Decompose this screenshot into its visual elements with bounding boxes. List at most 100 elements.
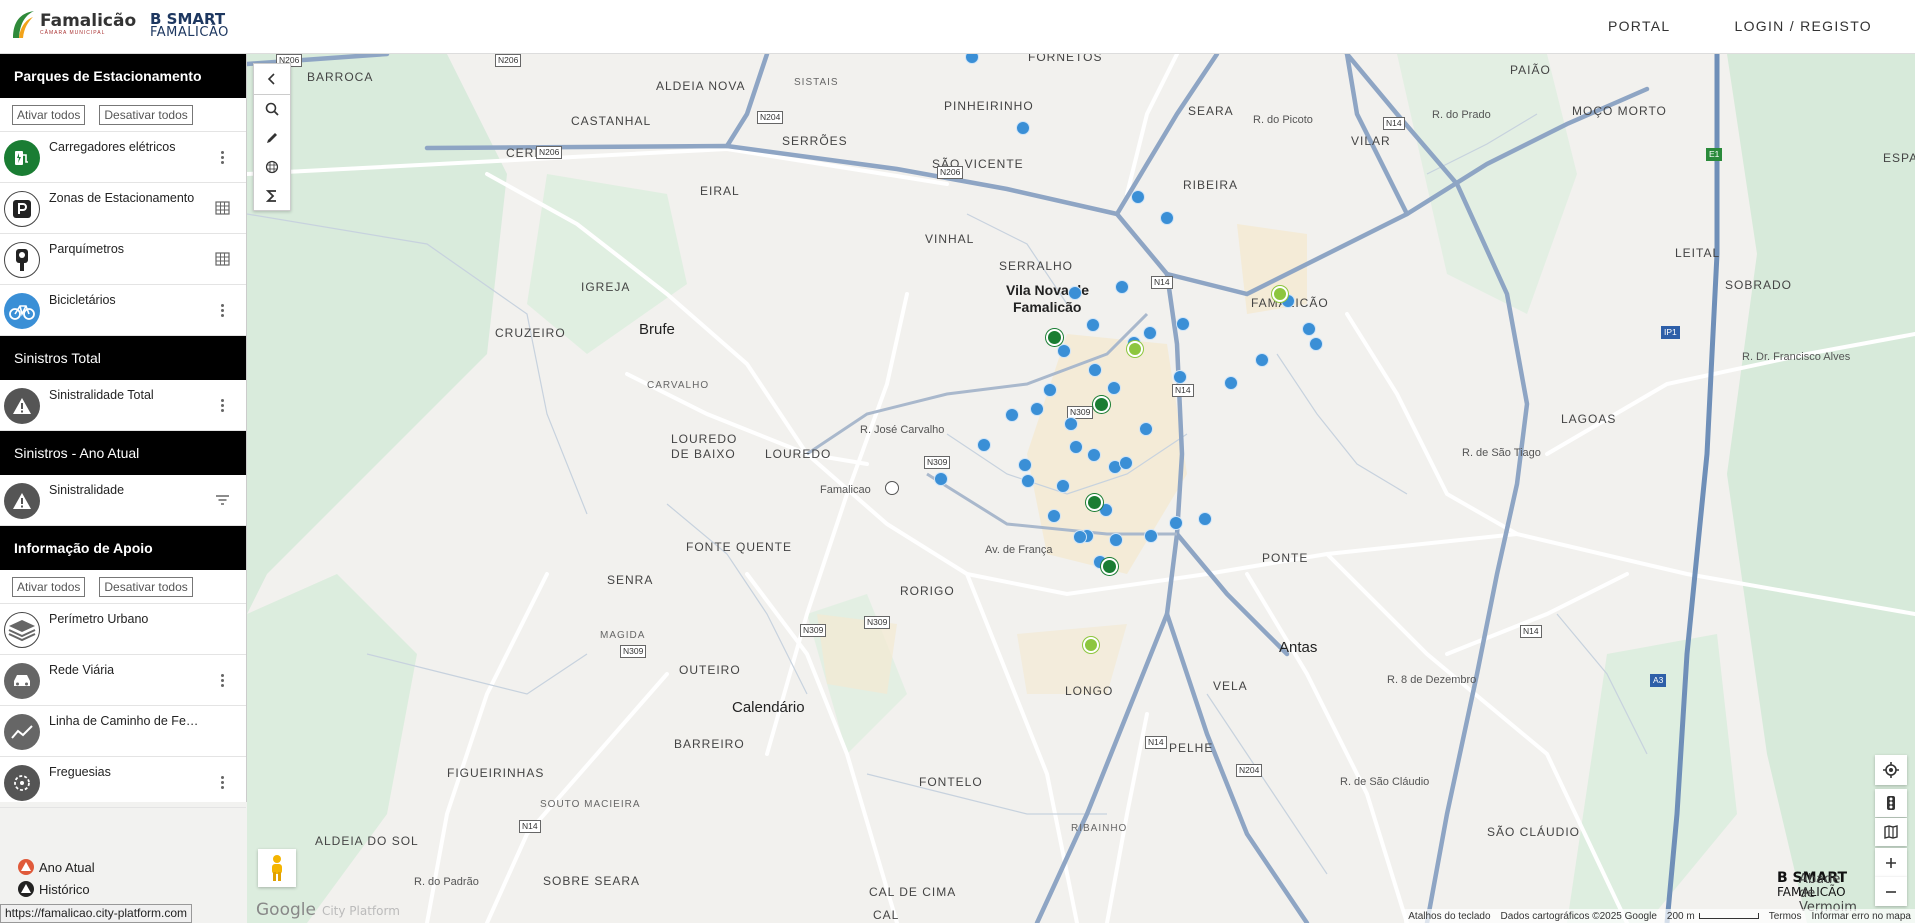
bike-parking-marker[interactable] xyxy=(1119,456,1133,470)
bike-parking-marker[interactable] xyxy=(1064,417,1078,431)
bike-parking-marker[interactable] xyxy=(1021,474,1035,488)
bike-parking-marker[interactable] xyxy=(1169,516,1183,530)
bike-parking-marker[interactable] xyxy=(1255,353,1269,367)
ev-charger-available-marker[interactable] xyxy=(1272,286,1288,302)
layer-item[interactable]: Perímetro Urbano xyxy=(0,604,246,655)
layer-table-button[interactable] xyxy=(214,200,230,216)
street-view-pegman[interactable] xyxy=(258,849,296,887)
section-header[interactable]: Sinistros Total xyxy=(0,336,246,380)
grid-tool-button[interactable] xyxy=(254,152,290,181)
section-header[interactable]: Informação de Apoio xyxy=(0,526,246,570)
bike-parking-marker[interactable] xyxy=(1224,376,1238,390)
section-header[interactable]: Sinistros - Ano Atual xyxy=(0,431,246,475)
map-place-label: R. José Carvalho xyxy=(860,424,945,436)
bike-parking-marker[interactable] xyxy=(1047,509,1061,523)
bike-parking-marker[interactable] xyxy=(1005,408,1019,422)
bike-parking-marker[interactable] xyxy=(934,472,948,486)
deactivate-all-button[interactable]: Desativar todos xyxy=(99,576,193,597)
scale-bar[interactable]: 200 m xyxy=(1667,911,1759,922)
nav-portal[interactable]: PORTAL xyxy=(1608,18,1671,34)
layer-more-options-button[interactable] xyxy=(214,672,230,688)
layer-item[interactable]: Sinistralidade Total xyxy=(0,380,246,431)
activate-all-button[interactable]: Ativar todos xyxy=(12,576,86,597)
bike-parking-marker[interactable] xyxy=(1088,363,1102,377)
layer-more-options-button[interactable] xyxy=(214,302,230,318)
parking-icon xyxy=(4,191,40,227)
keyboard-shortcuts-link[interactable]: Atalhos do teclado xyxy=(1408,911,1490,922)
bike-parking-marker[interactable] xyxy=(1139,422,1153,436)
bike-parking-marker[interactable] xyxy=(1173,370,1187,384)
layer-item[interactable]: Freguesias xyxy=(0,757,246,808)
layer-more-options-button[interactable] xyxy=(214,397,230,413)
layer-item[interactable]: Zonas de Estacionamento xyxy=(0,183,246,234)
train-station-marker[interactable] xyxy=(885,481,899,495)
bike-parking-marker[interactable] xyxy=(977,438,991,452)
ev-charger-marker[interactable] xyxy=(1046,329,1063,346)
layer-item[interactable]: Bicicletários xyxy=(0,285,246,336)
terms-link[interactable]: Termos xyxy=(1769,911,1802,922)
map-canvas[interactable]: BARROCA ALDEIA NOVA SISTAIS FORNETOS SEARA R.… xyxy=(247,54,1915,923)
road-shield: N14 xyxy=(1520,625,1542,638)
bike-parking-marker[interactable] xyxy=(1030,402,1044,416)
section-header[interactable]: Parques de Estacionamento xyxy=(0,54,246,98)
bike-parking-marker[interactable] xyxy=(1057,344,1071,358)
draw-tool-button[interactable] xyxy=(254,123,290,152)
bike-parking-marker[interactable] xyxy=(1016,121,1030,135)
layer-item[interactable]: Carregadores elétricos xyxy=(0,132,246,183)
ev-charger-marker[interactable] xyxy=(1086,494,1103,511)
layer-table-button[interactable] xyxy=(214,251,230,267)
map-place-label: MAGIDA xyxy=(600,630,646,641)
layer-label: Bicicletários xyxy=(49,293,116,307)
sum-tool-button[interactable] xyxy=(254,181,290,210)
layer-item[interactable]: Parquímetros xyxy=(0,234,246,285)
ev-charger-available-marker[interactable] xyxy=(1127,341,1143,357)
deactivate-all-button[interactable]: Desativar todos xyxy=(99,104,193,125)
more-options-icon xyxy=(220,775,224,789)
nav-login[interactable]: LOGIN / REGISTO xyxy=(1735,18,1873,34)
bike-parking-marker[interactable] xyxy=(1073,530,1087,544)
bike-parking-marker[interactable] xyxy=(1131,190,1145,204)
bike-parking-marker[interactable] xyxy=(1068,286,1082,300)
traffic-layer-button[interactable] xyxy=(1875,789,1907,817)
top-nav: PORTAL LOGIN / REGISTO xyxy=(1608,18,1872,34)
bike-parking-marker[interactable] xyxy=(1109,533,1123,547)
bike-parking-marker[interactable] xyxy=(1107,381,1121,395)
layer-filter-button[interactable] xyxy=(214,492,230,508)
road-shield: N14 xyxy=(1145,736,1167,749)
ev-charger-available-marker[interactable] xyxy=(1083,637,1099,653)
bike-parking-marker[interactable] xyxy=(1087,448,1101,462)
road-shield: N309 xyxy=(864,616,891,629)
layer-item[interactable]: Rede Viária xyxy=(0,655,246,706)
collapse-sidebar-button[interactable] xyxy=(254,64,290,94)
search-tool-button[interactable] xyxy=(254,94,290,123)
bike-parking-marker[interactable] xyxy=(1309,337,1323,351)
layer-item[interactable]: Linha de Caminho de Ferro xyxy=(0,706,246,757)
layer-more-options-button[interactable] xyxy=(214,774,230,790)
zoom-in-button[interactable] xyxy=(1875,848,1907,877)
map-place-label: LEITAL xyxy=(1675,246,1721,260)
my-location-button[interactable] xyxy=(1875,755,1907,785)
bsmart-logo[interactable]: B SMART FAMALICÃO xyxy=(150,12,229,40)
bike-parking-marker[interactable] xyxy=(1115,280,1129,294)
bike-parking-marker[interactable] xyxy=(1302,322,1316,336)
bike-parking-marker[interactable] xyxy=(1043,383,1057,397)
map-type-button[interactable] xyxy=(1875,818,1907,846)
status-url: https://famalicao.city-platform.com xyxy=(0,904,193,923)
activate-all-button[interactable]: Ativar todos xyxy=(12,104,86,125)
bike-parking-marker[interactable] xyxy=(1086,318,1100,332)
bike-parking-marker[interactable] xyxy=(1160,211,1174,225)
ev-charger-marker[interactable] xyxy=(1101,558,1118,575)
ev-charger-marker[interactable] xyxy=(1093,396,1110,413)
bike-parking-marker[interactable] xyxy=(1056,479,1070,493)
bike-parking-marker[interactable] xyxy=(1144,529,1158,543)
bike-parking-marker[interactable] xyxy=(1069,440,1083,454)
bike-parking-marker[interactable] xyxy=(1198,512,1212,526)
layer-more-options-button[interactable] xyxy=(214,149,230,165)
bike-parking-marker[interactable] xyxy=(1018,458,1032,472)
bike-parking-marker[interactable] xyxy=(1143,326,1157,340)
bike-parking-marker[interactable] xyxy=(1176,317,1190,331)
layer-item[interactable]: Sinistralidade xyxy=(0,475,246,526)
famalicao-logo[interactable]: Famalicão CÂMARA MUNICIPAL xyxy=(10,8,136,40)
zoom-out-button[interactable] xyxy=(1875,877,1907,906)
report-error-link[interactable]: Informar erro no mapa xyxy=(1812,911,1912,922)
